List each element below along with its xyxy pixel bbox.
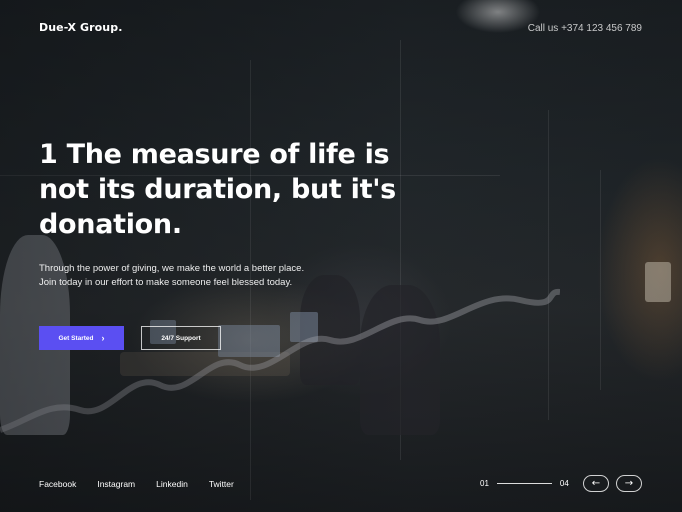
slide-pager: 01 04 bbox=[480, 479, 569, 488]
social-link-facebook[interactable]: Facebook bbox=[39, 479, 76, 489]
arrow-right-icon: → bbox=[624, 477, 634, 489]
chevron-right-icon: › bbox=[101, 332, 105, 343]
arrow-left-icon: ← bbox=[591, 477, 601, 489]
current-slide-number: 01 bbox=[480, 479, 489, 488]
total-slide-number: 04 bbox=[559, 479, 569, 488]
social-links: Facebook Instagram Linkedin Twitter bbox=[39, 479, 234, 489]
support-button[interactable]: 24/7 Support bbox=[141, 326, 221, 350]
hero-headline: 1 The measure of life is not its duratio… bbox=[39, 139, 396, 240]
next-slide-button[interactable]: → bbox=[616, 475, 642, 492]
brand-logo[interactable]: Due-X Group. bbox=[39, 21, 123, 34]
social-link-twitter[interactable]: Twitter bbox=[209, 479, 234, 489]
prev-slide-button[interactable]: ← bbox=[583, 475, 609, 492]
contact-phone[interactable]: Call us +374 123 456 789 bbox=[528, 23, 642, 34]
get-started-button[interactable]: Get Started › bbox=[39, 326, 124, 350]
hero-overlay bbox=[0, 0, 682, 512]
get-started-label: Get Started bbox=[58, 334, 94, 342]
slide-progress-track bbox=[496, 483, 552, 484]
hero-subtext: Through the power of giving, we make the… bbox=[39, 263, 305, 288]
social-link-instagram[interactable]: Instagram bbox=[97, 479, 135, 489]
social-link-linkedin[interactable]: Linkedin bbox=[156, 479, 188, 489]
